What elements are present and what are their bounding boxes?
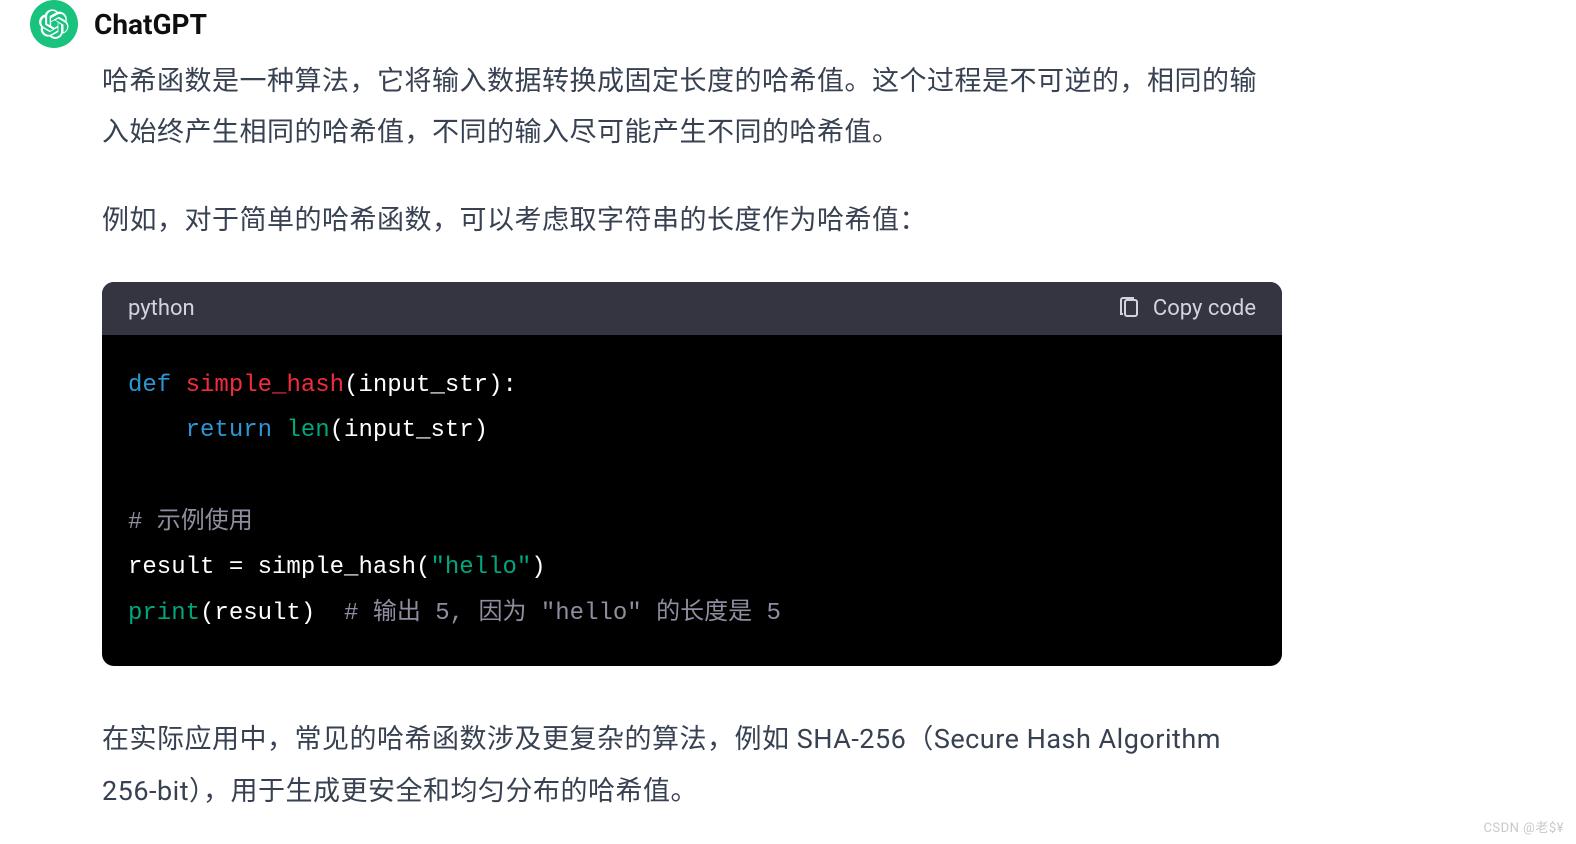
code-token: (input_str): [344,372,517,399]
copy-code-button[interactable]: Copy code [1117,296,1256,321]
clipboard-icon [1117,296,1141,320]
watermark: CSDN @老$¥ [1483,817,1564,836]
code-block: python Copy code def simple_hash(input_s… [102,282,1282,667]
code-token: return [186,417,272,444]
code-token: print [128,600,200,627]
paragraph-3: 在实际应用中，常见的哈希函数涉及更复杂的算法，例如 SHA-256（Secure… [102,714,1282,817]
message-body: 哈希函数是一种算法，它将输入数据转换成固定长度的哈希值。这个过程是不可逆的，相同… [102,56,1282,817]
code-header: python Copy code [102,282,1282,335]
code-token: # 示例使用 [128,509,253,536]
code-content: def simple_hash(input_str): return len(i… [102,335,1282,667]
copy-code-label: Copy code [1153,296,1256,321]
paragraph-1: 哈希函数是一种算法，它将输入数据转换成固定长度的哈希值。这个过程是不可逆的，相同… [102,56,1282,159]
code-token: simple_hash [186,372,344,399]
code-token: (result) [200,600,344,627]
assistant-message: ChatGPT 哈希函数是一种算法，它将输入数据转换成固定长度的哈希值。这个过程… [0,0,1576,817]
code-token: def [128,372,171,399]
chatgpt-avatar [30,0,78,48]
code-token: "hello" [430,554,531,581]
code-token: result = simple_hash( [128,554,430,581]
code-language-label: python [128,296,195,321]
code-token [128,417,186,444]
sender-name: ChatGPT [94,8,207,41]
code-token: (input_str) [330,417,488,444]
paragraph-2: 例如，对于简单的哈希函数，可以考虑取字符串的长度作为哈希值： [102,195,1282,246]
message-header: ChatGPT [30,0,1576,48]
code-token: len [286,417,329,444]
code-token: # 输出 5, 因为 "hello" 的长度是 5 [344,600,781,627]
code-token: ) [531,554,545,581]
openai-logo-icon [39,9,69,39]
